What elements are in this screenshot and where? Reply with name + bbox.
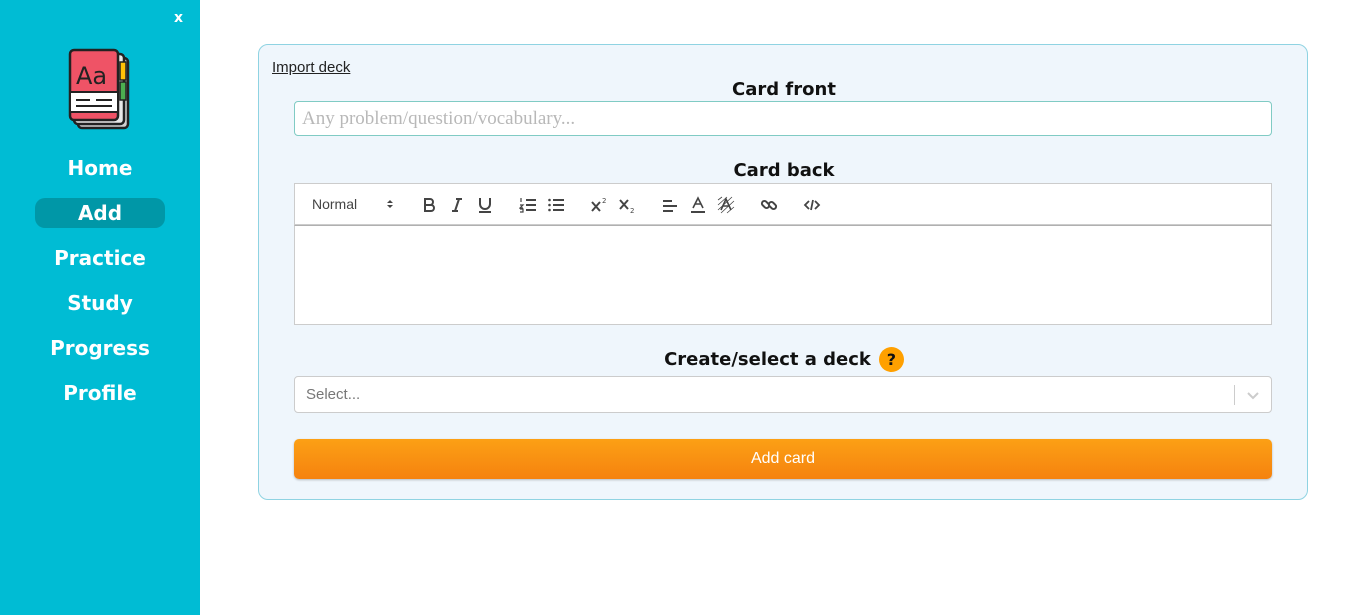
help-icon[interactable]: ? [878, 347, 904, 372]
sidebar: x Aa Home Add Practice Study Progress Pr… [0, 0, 200, 615]
subscript-button[interactable]: 2 [618, 184, 636, 224]
deck-label: Create/select a deck [664, 349, 871, 370]
code-icon [803, 199, 821, 211]
italic-button[interactable] [448, 184, 466, 224]
format-select[interactable]: Normal [312, 184, 393, 224]
card-front-input[interactable] [294, 101, 1272, 136]
select-separator [1234, 385, 1235, 405]
sidebar-item-profile[interactable]: Profile [35, 378, 165, 408]
svg-text:2: 2 [602, 197, 606, 205]
sidebar-item-home[interactable]: Home [35, 153, 165, 183]
svg-text:2: 2 [630, 207, 634, 214]
import-deck-link[interactable]: Import deck [272, 59, 350, 76]
logo-text: Aa [76, 62, 107, 90]
align-icon [663, 200, 677, 212]
deck-select[interactable]: Select... [294, 376, 1272, 413]
bold-button[interactable] [420, 184, 438, 224]
align-button[interactable] [661, 184, 679, 224]
background-color-icon [717, 196, 735, 214]
subscript-icon: 2 [619, 199, 634, 214]
deck-label-row: Create/select a deck? [259, 347, 1309, 373]
card-back-label: Card back [733, 160, 835, 181]
updown-chevron-icon [387, 200, 393, 208]
bold-icon [424, 198, 435, 212]
add-card-panel: Import deck Card front Card back Normal … [258, 44, 1308, 500]
link-button[interactable] [760, 184, 778, 224]
sidebar-item-practice[interactable]: Practice [35, 243, 165, 273]
italic-icon [452, 198, 462, 212]
sidebar-item-study[interactable]: Study [35, 288, 165, 318]
ordered-list-icon [519, 198, 536, 213]
sidebar-item-add[interactable]: Add [35, 198, 165, 228]
underline-button[interactable] [476, 184, 494, 224]
superscript-button[interactable]: 2 [590, 184, 608, 224]
close-sidebar-button[interactable]: x [174, 10, 183, 26]
code-button[interactable] [803, 184, 821, 224]
link-icon [760, 199, 778, 211]
bullet-list-button[interactable] [547, 184, 565, 224]
text-color-icon [691, 196, 705, 213]
sidebar-item-progress[interactable]: Progress [35, 333, 165, 363]
add-card-button[interactable]: Add card [294, 439, 1272, 479]
editor-toolbar: Normal 2 2 [294, 183, 1272, 225]
flashcards-logo-icon: Aa [66, 48, 132, 132]
text-color-button[interactable] [689, 184, 707, 224]
card-back-editor[interactable] [294, 225, 1272, 325]
sidebar-nav: Home Add Practice Study Progress Profile [0, 153, 200, 423]
bullet-list-icon [548, 198, 564, 212]
card-front-label: Card front [732, 79, 836, 100]
deck-select-placeholder: Select... [306, 386, 361, 403]
underline-icon [479, 198, 491, 213]
ordered-list-button[interactable] [519, 184, 537, 224]
superscript-icon: 2 [591, 197, 606, 212]
background-color-button[interactable] [717, 184, 735, 224]
format-select-value: Normal [312, 196, 358, 212]
chevron-down-icon [1247, 392, 1259, 400]
